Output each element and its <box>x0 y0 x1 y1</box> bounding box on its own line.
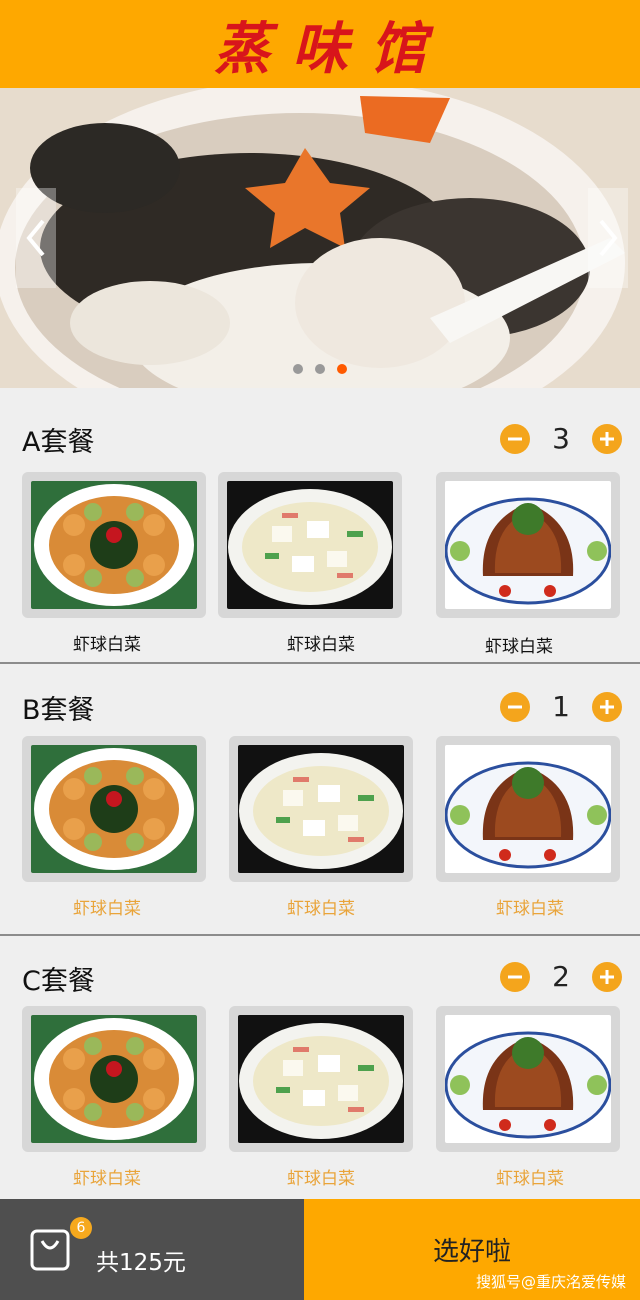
set-title: A套餐 <box>22 427 95 458</box>
divider <box>0 934 640 936</box>
carousel-dot[interactable] <box>293 364 303 374</box>
dish-card[interactable] <box>436 736 620 882</box>
carousel-next-button[interactable] <box>588 188 628 288</box>
checkout-label: 选好啦 <box>432 1237 511 1267</box>
quantity-value: 1 <box>552 690 570 723</box>
banner-carousel[interactable] <box>0 88 640 388</box>
dish-name: 虾球白菜 <box>287 635 355 655</box>
decrease-button[interactable] <box>500 961 530 992</box>
braised-pork-photo <box>445 481 611 609</box>
chevron-right-icon <box>599 219 618 257</box>
dish-name: 虾球白菜 <box>73 899 141 919</box>
minus-icon <box>508 705 522 708</box>
set-card-c: C套餐 2 虾球白菜 虾球白菜 虾球白菜 <box>0 937 640 1199</box>
set-card-b: B套餐 1 虾球白菜 虾球白菜 虾球白菜 <box>0 666 640 936</box>
tofu-shrimp-photo <box>238 745 404 873</box>
dish-card[interactable] <box>436 1006 620 1152</box>
dish-name: 虾球白菜 <box>73 1169 141 1189</box>
quantity-stepper: 3 <box>500 422 622 455</box>
divider <box>0 662 640 664</box>
minus-icon <box>508 975 522 978</box>
minus-icon <box>508 437 522 440</box>
set-title: B套餐 <box>22 695 95 726</box>
increase-button[interactable] <box>592 423 622 454</box>
braised-pork-photo <box>445 1015 611 1143</box>
tofu-shrimp-photo <box>238 1015 404 1143</box>
carousel-indicators <box>0 364 640 374</box>
quantity-value: 2 <box>552 960 570 993</box>
shopping-bag-icon[interactable] <box>30 1229 70 1271</box>
set-card-a: A套餐 3 虾球白菜 虾球白菜 虾球白菜 <box>0 394 640 664</box>
chevron-left-icon <box>26 219 45 257</box>
shrimp-ball-broccoli-photo <box>31 745 197 873</box>
dish-card[interactable] <box>229 1006 413 1152</box>
dish-name: 虾球白菜 <box>496 1169 564 1189</box>
carousel-dot[interactable] <box>315 364 325 374</box>
decrease-button[interactable] <box>500 691 530 722</box>
shrimp-ball-broccoli-photo <box>31 481 197 609</box>
increase-button[interactable] <box>592 961 622 992</box>
dish-card[interactable] <box>436 472 620 618</box>
increase-button[interactable] <box>592 691 622 722</box>
dish-card[interactable] <box>22 736 206 882</box>
cart-total: 共125元 <box>96 1250 186 1276</box>
braised-pork-photo <box>445 745 611 873</box>
dish-name: 虾球白菜 <box>287 1169 355 1189</box>
carousel-dot-active[interactable] <box>337 364 347 374</box>
dish-card[interactable] <box>22 1006 206 1152</box>
app-title: 蒸味馆 <box>214 15 448 82</box>
quantity-stepper: 1 <box>500 690 622 723</box>
checkout-button[interactable]: 选好啦 搜狐号@重庆洺爱传媒 <box>304 1199 640 1300</box>
app: 蒸味馆 A套餐 3 虾球白菜 虾球白菜 虾球白菜 B套餐 1 虾球白菜 虾球白菜… <box>0 0 640 1300</box>
banner-image <box>0 88 640 388</box>
dish-name: 虾球白菜 <box>287 899 355 919</box>
dish-name: 虾球白菜 <box>485 637 553 657</box>
carousel-prev-button[interactable] <box>16 188 56 288</box>
dish-card[interactable] <box>229 736 413 882</box>
dish-card[interactable] <box>218 472 402 618</box>
cart-summary[interactable]: 6 共125元 <box>0 1199 304 1300</box>
dish-card[interactable] <box>22 472 206 618</box>
dish-name: 虾球白菜 <box>73 635 141 655</box>
quantity-value: 3 <box>552 422 570 455</box>
tofu-shrimp-photo <box>227 481 393 609</box>
decrease-button[interactable] <box>500 423 530 454</box>
dish-name: 虾球白菜 <box>496 899 564 919</box>
shrimp-ball-broccoli-photo <box>31 1015 197 1143</box>
quantity-stepper: 2 <box>500 960 622 993</box>
plus-icon <box>600 969 614 984</box>
plus-icon <box>600 431 614 446</box>
header-bar: 蒸味馆 <box>0 0 640 88</box>
cart-badge: 6 <box>70 1217 92 1239</box>
watermark: 搜狐号@重庆洺爱传媒 <box>475 1273 626 1291</box>
set-title: C套餐 <box>22 966 95 997</box>
plus-icon <box>600 699 614 714</box>
